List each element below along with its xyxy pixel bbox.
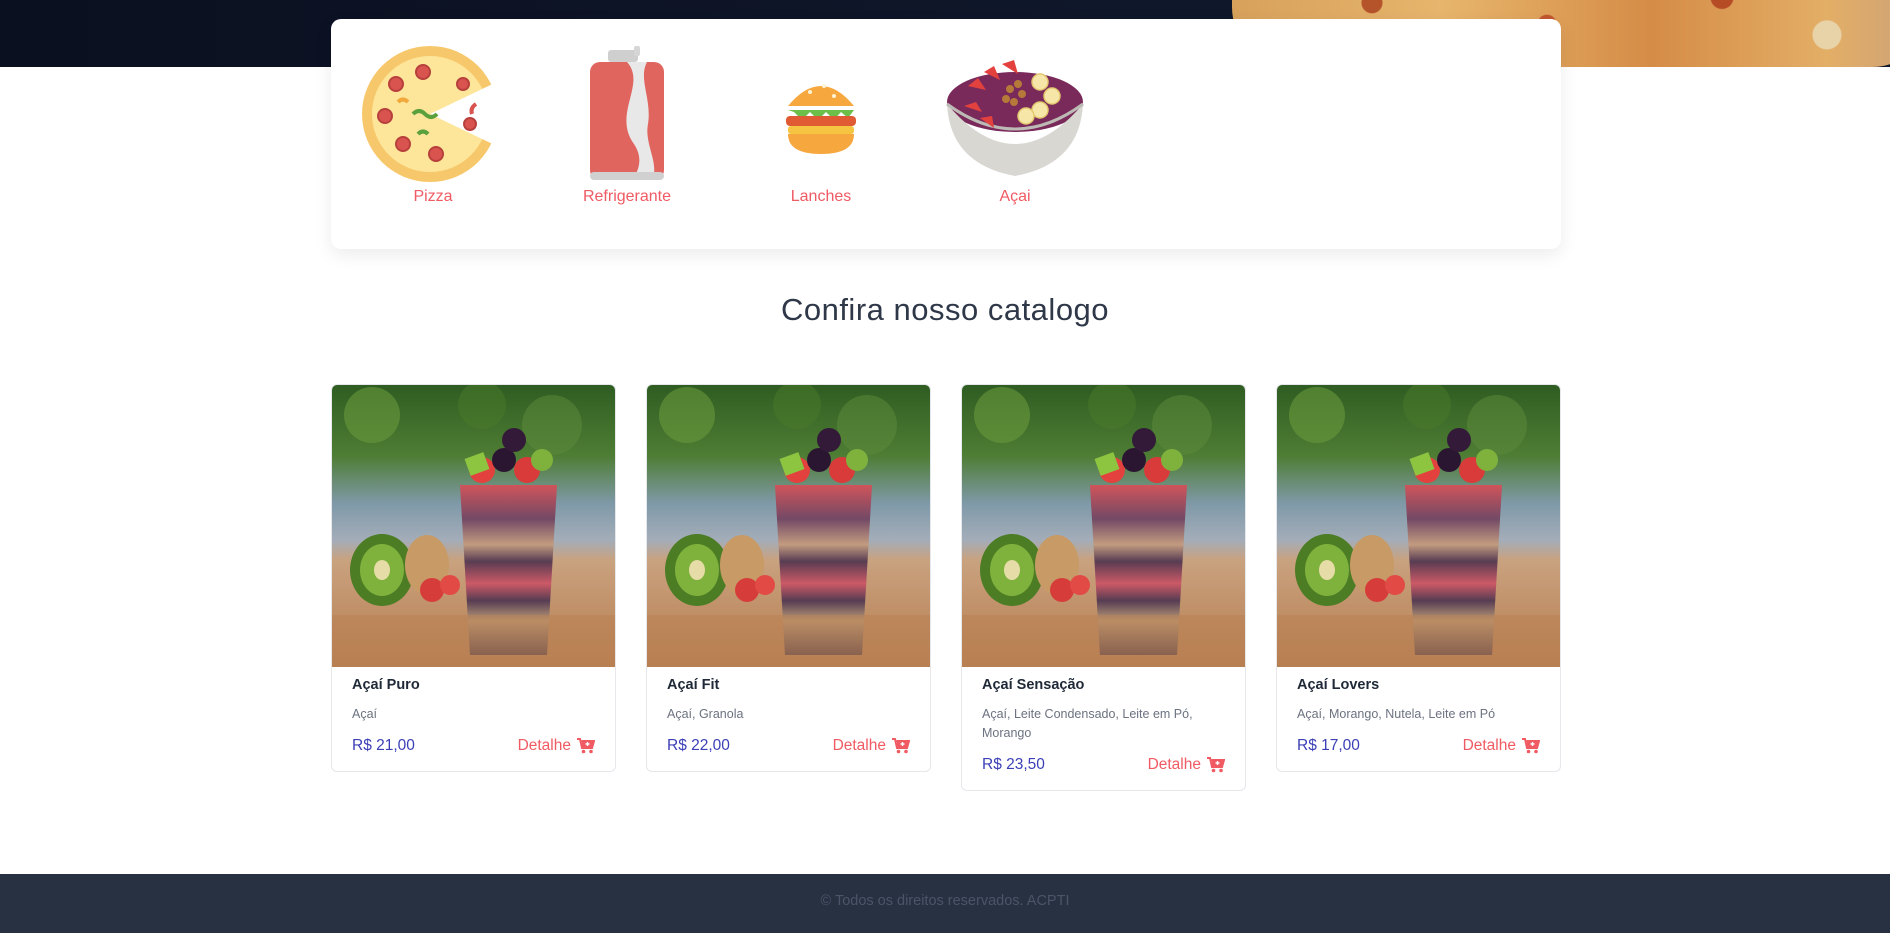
category-refrigerante[interactable]: Refrigerante [552, 44, 702, 206]
product-image[interactable] [332, 385, 615, 667]
detail-button[interactable]: Detalhe [833, 737, 910, 755]
detail-button[interactable]: Detalhe [1463, 737, 1540, 755]
product-image[interactable] [1277, 385, 1560, 667]
pizza-icon [362, 46, 503, 182]
cart-icon [577, 738, 595, 754]
product-description: Açaí, Morango, Nutela, Leite em Pó [1297, 707, 1496, 721]
cart-icon [1207, 757, 1225, 773]
footer-copyright: © Todos os direitos reservados. ACPTI [820, 893, 1070, 909]
product-image[interactable] [962, 385, 1245, 667]
product-card: Açaí Fit Açaí, Granola R$ 22,00 Detalhe [646, 384, 931, 772]
category-label: Açai [999, 188, 1031, 205]
soda-can-icon [590, 46, 664, 180]
product-price: R$ 22,00 [667, 737, 730, 754]
category-pizza[interactable]: Pizza [358, 44, 508, 206]
acai-bowl-icon [946, 60, 1084, 176]
product-name: Açaí Fit [667, 677, 720, 693]
category-acai[interactable]: Açai [940, 44, 1090, 206]
product-card: Açaí Puro Açaí R$ 21,00 Detalhe [331, 384, 616, 772]
cart-icon [1522, 738, 1540, 754]
detail-label: Detalhe [517, 737, 571, 754]
category-label: Refrigerante [582, 188, 672, 205]
product-card: Açaí Sensação Açaí, Leite Condensado, Le… [961, 384, 1246, 791]
category-label: Lanches [790, 188, 852, 205]
product-description: Açaí, Granola [667, 707, 744, 721]
detail-label: Detalhe [1462, 737, 1516, 754]
product-name: Açaí Sensação [982, 677, 1085, 693]
cart-icon [892, 738, 910, 754]
product-price: R$ 23,50 [982, 756, 1045, 773]
product-price: R$ 21,00 [352, 737, 415, 754]
category-card: Pizza Refrigerante Lanches Açai [331, 19, 1561, 249]
category-label: Pizza [413, 188, 453, 205]
detail-button[interactable]: Detalhe [1148, 756, 1225, 774]
category-lanches[interactable]: Lanches [746, 44, 896, 206]
page-footer: © Todos os direitos reservados. ACPTI [0, 874, 1890, 933]
detail-label: Detalhe [1147, 756, 1201, 773]
product-description: Açaí [352, 707, 378, 721]
catalog-title: Confira nosso catalogo [780, 292, 1110, 327]
product-description: Açaí, Leite Condensado, Leite em Pó, Mor… [982, 707, 1193, 740]
product-name: Açaí Puro [352, 677, 420, 693]
product-card: Açaí Lovers Açaí, Morango, Nutela, Leite… [1276, 384, 1561, 772]
product-image[interactable] [647, 385, 930, 667]
burger-icon [786, 84, 856, 154]
detail-button[interactable]: Detalhe [518, 737, 595, 755]
detail-label: Detalhe [832, 737, 886, 754]
product-name: Açaí Lovers [1297, 677, 1380, 693]
product-price: R$ 17,00 [1297, 737, 1360, 754]
